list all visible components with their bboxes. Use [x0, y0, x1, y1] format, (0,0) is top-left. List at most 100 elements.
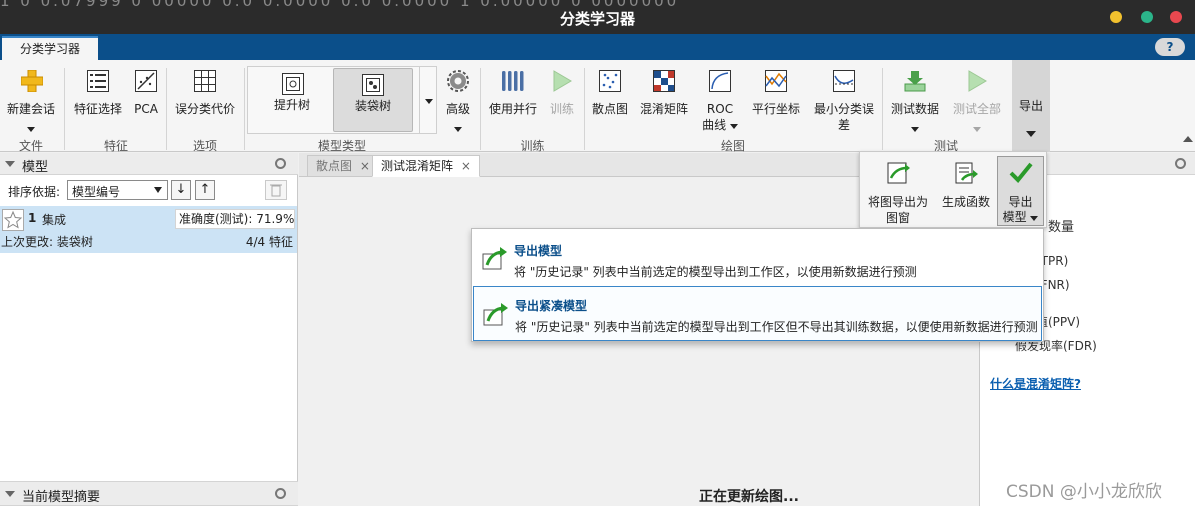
export-model-button[interactable]: 导出 模型 — [997, 156, 1044, 226]
chevron-down-icon — [154, 187, 162, 193]
watermark: CSDN @小小龙欣欣 — [1006, 482, 1162, 502]
model-feature-count: 4/4 特征 — [245, 235, 293, 249]
divider — [64, 68, 65, 150]
export-button[interactable]: 导出 — [1012, 60, 1050, 152]
models-panel-title: 模型 — [22, 160, 49, 175]
tab-test-confusion-matrix[interactable]: 测试混淆矩阵 × — [372, 155, 480, 177]
min-classification-error-button[interactable]: 最小分类误 差 — [810, 68, 878, 134]
export-plot-to-figure-button[interactable]: 将图导出为 图窗 — [864, 160, 932, 226]
cost-matrix-icon — [194, 70, 216, 92]
tab-classification-learner[interactable]: 分类学习器 — [2, 36, 99, 60]
help-button[interactable]: ? — [1155, 38, 1185, 56]
close-button[interactable] — [1170, 11, 1182, 23]
parallel-coordinates-icon — [765, 70, 787, 92]
pca-icon — [135, 70, 157, 92]
sort-label: 排序依据: — [8, 185, 61, 199]
collapse-ribbon-icon[interactable] — [1183, 136, 1193, 142]
use-parallel-button[interactable]: 使用并行 — [485, 68, 541, 118]
sort-dropdown[interactable]: 模型编号 — [67, 180, 168, 200]
generate-function-button[interactable]: 生成函数 — [938, 160, 994, 210]
test-data-button[interactable]: 测试数据 — [886, 68, 944, 134]
play-icon — [553, 70, 572, 92]
arrow-down-icon: ↓ — [175, 182, 187, 197]
chevron-down-icon — [425, 99, 433, 104]
checkmark-icon — [1009, 162, 1033, 183]
chevron-down-icon — [454, 127, 462, 132]
train-button[interactable]: 训练 — [544, 68, 580, 118]
bagged-trees-button[interactable]: 装袋树 — [333, 68, 413, 132]
models-panel: 模型 排序依据: 模型编号 ↓ ↑ 1 集成 准确度(测试): 71.9% 上次… — [0, 153, 298, 506]
count-option-label: 数量 — [1048, 220, 1075, 235]
export-model-menu: 导出模型 将 "历史记录" 列表中当前选定的模型导出到工作区，以使用新数据进行预… — [471, 228, 1044, 342]
generate-function-icon — [955, 162, 978, 184]
menu-item-export-compact-model[interactable]: 导出紧凑模型 将 "历史记录" 列表中当前选定的模型导出到工作区但不导出其训练数… — [473, 286, 1042, 341]
parallel-coordinates-button[interactable]: 平行坐标 — [748, 68, 804, 118]
list-icon — [87, 70, 109, 92]
app-tab-strip: 分类学习器 ? — [0, 34, 1195, 60]
model-last-change: 上次更改: 装袋树 — [1, 235, 93, 249]
confusion-matrix-icon — [653, 70, 675, 92]
gallery-expand-button[interactable] — [419, 66, 437, 134]
new-session-button[interactable]: 新建会话 — [2, 68, 60, 134]
model-number: 1 — [28, 211, 37, 225]
delete-model-button[interactable] — [265, 180, 287, 200]
feature-selection-button[interactable]: 特征选择 — [70, 68, 126, 118]
scatter-plot-button[interactable]: 散点图 — [588, 68, 632, 118]
star-icon[interactable] — [2, 209, 24, 231]
advanced-button[interactable]: 高级 — [440, 68, 476, 134]
close-icon[interactable]: × — [360, 159, 370, 173]
divider — [882, 68, 883, 150]
model-name: 集成 — [42, 213, 67, 227]
minimize-button[interactable] — [1110, 11, 1122, 23]
settings-icon[interactable] — [275, 158, 286, 169]
summary-panel-header: 当前模型摘要 — [0, 481, 298, 506]
roc-icon — [709, 70, 731, 92]
parallel-icon — [502, 71, 524, 91]
sort-ascending-button[interactable]: ↑ — [195, 180, 215, 200]
summary-panel-title: 当前模型摘要 — [22, 490, 101, 505]
help-link[interactable]: 什么是混淆矩阵? — [990, 375, 1081, 392]
collapse-triangle-icon[interactable] — [5, 491, 15, 497]
window-title: 分类学习器 — [559, 10, 635, 28]
sort-descending-button[interactable]: ↓ — [171, 180, 191, 200]
model-accuracy: 准确度(测试): 71.9% — [175, 209, 295, 229]
model-list-item[interactable]: 1 集成 准确度(测试): 71.9% 上次更改: 装袋树 4/4 特征 — [0, 206, 297, 253]
pca-button[interactable]: PCA — [130, 68, 162, 118]
divider — [244, 68, 245, 150]
boosted-trees-icon — [282, 73, 304, 95]
export-arrow-icon — [483, 303, 508, 326]
confusion-matrix-button[interactable]: 混淆矩阵 — [636, 68, 692, 118]
misclassification-cost-button[interactable]: 误分类代价 — [170, 68, 240, 118]
group-label-plots: 绘图 — [720, 139, 745, 153]
tab-scatter-plot[interactable]: 散点图 × — [307, 155, 379, 177]
maximize-button[interactable] — [1141, 11, 1153, 23]
chevron-down-icon — [729, 124, 738, 129]
close-icon[interactable]: × — [461, 159, 471, 173]
scatter-icon — [599, 70, 621, 92]
collapse-triangle-icon[interactable] — [5, 161, 15, 167]
group-label-training: 训练 — [520, 139, 545, 153]
chevron-down-icon — [973, 127, 981, 132]
plus-icon — [21, 70, 43, 92]
group-label-file: 文件 — [18, 139, 43, 153]
import-data-icon — [904, 71, 926, 92]
ribbon-toolbar: 新建会话 文件 特征选择 PCA 特征 误分类代价 选项 提升树 装袋树 模型类… — [0, 60, 1195, 153]
models-panel-header: 模型 — [0, 153, 298, 175]
export-panel: 将图导出为 图窗 生成函数 导出 模型 — [859, 151, 1047, 228]
trash-icon — [270, 184, 282, 197]
export-arrow-icon — [482, 247, 507, 270]
menu-item-export-model[interactable]: 导出模型 将 "历史记录" 列表中当前选定的模型导出到工作区，以使用新数据进行预… — [473, 231, 1042, 286]
settings-icon[interactable] — [1175, 158, 1186, 169]
group-label-features: 特征 — [103, 139, 128, 153]
chevron-down-icon — [911, 127, 919, 132]
chevron-down-icon — [1030, 216, 1039, 221]
chevron-down-icon — [27, 127, 35, 132]
divider — [166, 68, 167, 150]
group-label-options: 选项 — [192, 139, 217, 153]
play-icon — [968, 70, 987, 92]
divider — [584, 68, 585, 150]
roc-curve-button[interactable]: ROC 曲线 — [698, 68, 742, 134]
test-all-button[interactable]: 测试全部 — [948, 68, 1006, 134]
boosted-trees-button[interactable]: 提升树 — [252, 70, 332, 130]
settings-icon[interactable] — [275, 488, 286, 499]
